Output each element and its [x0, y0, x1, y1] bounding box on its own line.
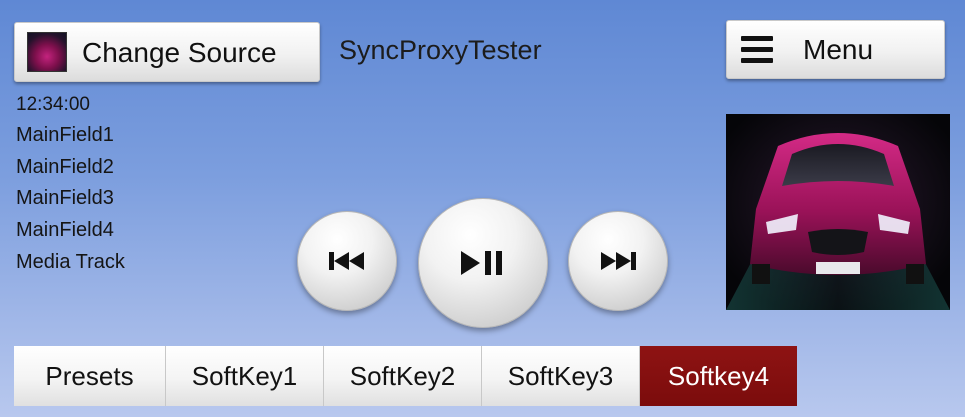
main-field-2: MainField2: [16, 156, 114, 178]
skip-next-icon: [601, 252, 636, 270]
main-field-4: MainField4: [16, 219, 114, 241]
play-pause-icon: [461, 251, 502, 275]
previous-track-button[interactable]: [297, 211, 397, 311]
hamburger-menu-icon: [741, 36, 773, 64]
play-pause-button[interactable]: [418, 198, 548, 328]
next-track-button[interactable]: [568, 211, 668, 311]
softkey-presets[interactable]: Presets: [14, 346, 166, 406]
app-title: SyncProxyTester: [339, 35, 542, 65]
menu-button[interactable]: Menu: [726, 20, 945, 79]
source-car-thumbnail: [27, 32, 67, 72]
change-source-button[interactable]: Change Source: [14, 22, 320, 82]
main-field-1: MainField1: [16, 124, 114, 146]
softkey-3[interactable]: SoftKey3: [482, 346, 640, 406]
softkey-4[interactable]: Softkey4: [640, 346, 797, 406]
menu-label: Menu: [803, 34, 874, 65]
media-screen: Change Source SyncProxyTester Menu 12:34…: [0, 0, 965, 417]
album-art-image: [726, 114, 950, 310]
softkey-1[interactable]: SoftKey1: [166, 346, 324, 406]
skip-previous-icon: [329, 252, 364, 270]
media-track-text: Media Track: [16, 251, 125, 273]
softkey-bar: Presets SoftKey1 SoftKey2 SoftKey3 Softk…: [14, 346, 797, 406]
softkey-2[interactable]: SoftKey2: [324, 346, 482, 406]
main-field-3: MainField3: [16, 187, 114, 209]
clock-text: 12:34:00: [16, 94, 90, 115]
change-source-label: Change Source: [82, 37, 277, 68]
